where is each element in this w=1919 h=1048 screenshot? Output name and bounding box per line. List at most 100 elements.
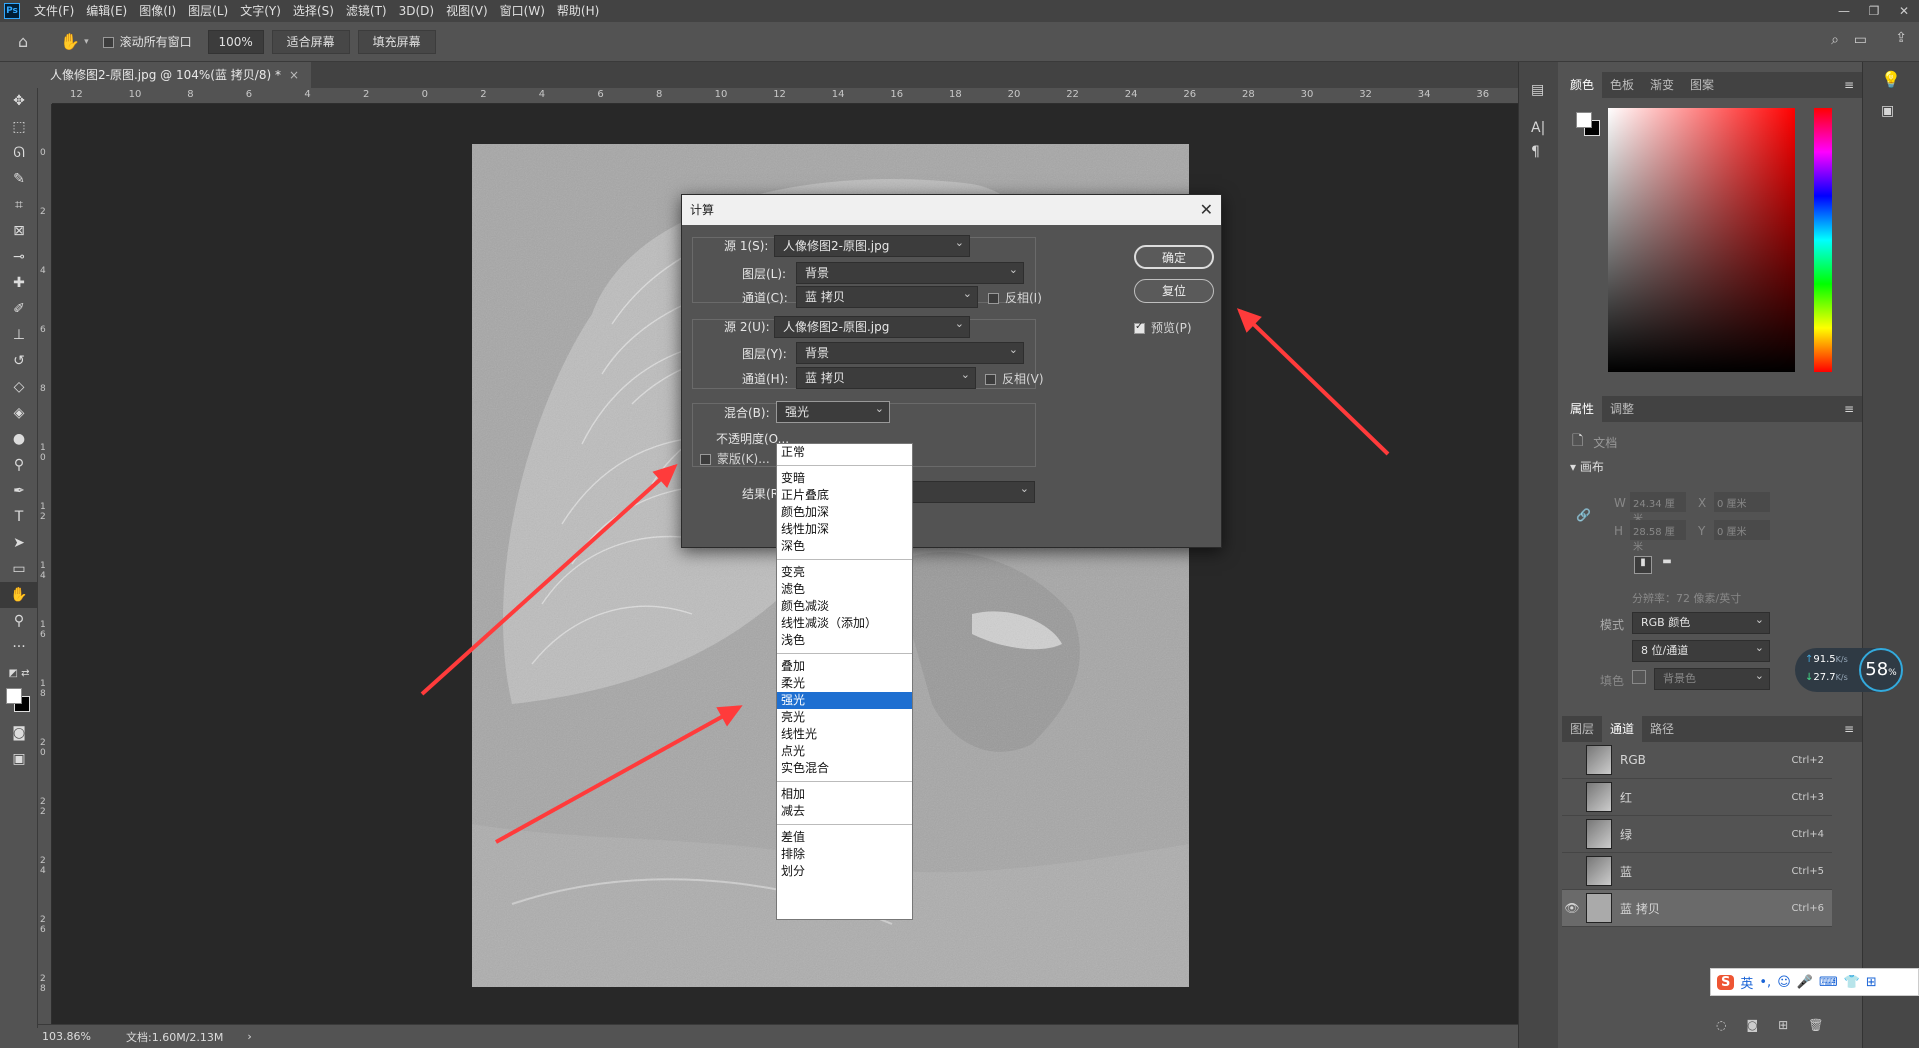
move-tool-icon[interactable]: ✥	[0, 88, 38, 114]
channel2-select[interactable]: 蓝 拷贝	[796, 365, 976, 389]
source2-select[interactable]: 人像修图2-原图.jpg	[774, 314, 970, 338]
menu-image[interactable]: 图像(I)	[133, 0, 182, 22]
mode-select[interactable]: RGB 颜色	[1632, 610, 1770, 634]
punctuation-icon[interactable]: •,	[1759, 975, 1771, 990]
tab-color[interactable]: 颜色	[1562, 72, 1603, 98]
menu-type[interactable]: 文字(Y)	[234, 0, 287, 22]
screen-mode-icon[interactable]: ▣	[0, 746, 38, 772]
blend-mode-option[interactable]: 颜色加深	[777, 504, 912, 521]
skin-icon[interactable]: 👕	[1844, 975, 1860, 990]
type-tool-icon[interactable]: T	[0, 504, 38, 530]
blend-mode-option[interactable]: 叠加	[777, 658, 912, 675]
ime-language[interactable]: 英	[1740, 973, 1753, 992]
learn-icon[interactable]: 💡	[1881, 70, 1919, 89]
blend-mode-option[interactable]: 实色混合	[777, 760, 912, 777]
delete-channel-icon[interactable]: 🗑	[1808, 1018, 1823, 1032]
channel-row-blue[interactable]: 蓝 Ctrl+5	[1562, 853, 1832, 890]
blend-mode-option[interactable]: 差值	[777, 829, 912, 846]
width-field[interactable]: 24.34 厘米	[1630, 492, 1686, 525]
tab-patterns[interactable]: 图案	[1682, 72, 1722, 98]
invert1-checkbox[interactable]: 反相(I)	[988, 289, 1042, 306]
restore-icon[interactable]: ❐	[1859, 0, 1889, 22]
tab-channels[interactable]: 通道	[1602, 716, 1643, 742]
blend-mode-option[interactable]: 线性光	[777, 726, 912, 743]
zoom-percent-field[interactable]: 100%	[207, 29, 264, 54]
eye-icon[interactable]: 👁	[1562, 901, 1582, 915]
blend-mode-option[interactable]: 线性加深	[777, 521, 912, 538]
color-field[interactable]	[1608, 108, 1795, 372]
menu-view[interactable]: 视图(V)	[440, 0, 494, 22]
memory-gauge[interactable]: 58%	[1859, 648, 1903, 692]
dodge-tool-icon[interactable]: ⚲	[0, 452, 38, 478]
height-field[interactable]: 28.58 厘米	[1630, 520, 1686, 553]
panel-menu-icon[interactable]: ≡	[1844, 402, 1854, 416]
source1-select[interactable]: 人像修图2-原图.jpg	[774, 233, 970, 257]
channel-row-green[interactable]: 绿 Ctrl+4	[1562, 816, 1832, 853]
blend-mode-option[interactable]: 变亮	[777, 564, 912, 581]
blend-mode-option[interactable]: 排除	[777, 846, 912, 863]
minimize-icon[interactable]: —	[1829, 0, 1859, 22]
toolbox-icon[interactable]: ⊞	[1866, 975, 1877, 990]
lasso-tool-icon[interactable]: ᘏ	[0, 140, 38, 166]
workspace-icon[interactable]: ▭	[1854, 32, 1867, 48]
blend-mode-option[interactable]: 柔光	[777, 675, 912, 692]
zoom-level[interactable]: 103.86%	[42, 1030, 122, 1043]
fill-select[interactable]: 背景色	[1654, 666, 1770, 690]
foreground-color-swatch[interactable]	[6, 688, 22, 704]
tab-gradients[interactable]: 渐变	[1642, 72, 1682, 98]
blend-mode-select[interactable]: 强光	[776, 399, 890, 423]
rectangle-tool-icon[interactable]: ▭	[0, 556, 38, 582]
new-channel-icon[interactable]: ⊞	[1778, 1018, 1788, 1032]
character-panel-icon[interactable]: A|	[1531, 120, 1558, 136]
blend-mode-option[interactable]: 深色	[777, 538, 912, 555]
blend-mode-option[interactable]: 线性减淡（添加）	[777, 615, 912, 632]
blend-mode-option[interactable]: 相加	[777, 786, 912, 803]
blend-mode-option[interactable]: 划分	[777, 863, 912, 880]
menu-3d[interactable]: 3D(D)	[393, 0, 440, 22]
dialog-titlebar[interactable]: 计算 ✕	[682, 195, 1221, 225]
tab-properties[interactable]: 属性	[1562, 396, 1603, 422]
document-size[interactable]: 文档:1.60M/2.13M	[126, 1029, 223, 1045]
panel-menu-icon[interactable]: ≡	[1844, 78, 1854, 92]
scroll-all-windows-checkbox[interactable]: 滚动所有窗口	[102, 33, 192, 50]
blur-tool-icon[interactable]: ●	[0, 426, 38, 452]
reset-button[interactable]: 复位	[1134, 279, 1214, 303]
portrait-orientation-icon[interactable]: ▮	[1634, 556, 1652, 574]
blend-mode-option[interactable]: 强光	[777, 692, 912, 709]
blend-mode-option[interactable]: 点光	[777, 743, 912, 760]
color-swatch-pair[interactable]	[1574, 110, 1602, 138]
libraries-icon[interactable]: ▣	[1881, 103, 1919, 119]
quick-mask-icon[interactable]: ◙	[0, 720, 38, 746]
save-selection-icon[interactable]: ◙	[1746, 1018, 1758, 1032]
path-select-tool-icon[interactable]: ➤	[0, 530, 38, 556]
preview-checkbox[interactable]: 预览(P)	[1134, 319, 1192, 336]
document-tab[interactable]: 人像修图2-原图.jpg @ 104%(蓝 拷贝/8) * ×	[38, 62, 312, 88]
channel-row-blue-copy[interactable]: 👁 蓝 拷贝 Ctrl+6	[1562, 890, 1832, 927]
load-selection-icon[interactable]: ◌	[1716, 1018, 1726, 1032]
fit-screen-button[interactable]: 适合屏幕	[271, 29, 350, 54]
close-icon[interactable]: ✕	[1200, 195, 1213, 225]
home-icon[interactable]: ⌂	[18, 32, 28, 51]
blend-mode-option[interactable]: 正常	[777, 444, 912, 461]
menu-window[interactable]: 窗口(W)	[494, 0, 551, 22]
canvas-section-header[interactable]: ▾ 画布	[1570, 458, 1604, 475]
blend-mode-option[interactable]: 浅色	[777, 632, 912, 649]
zoom-tool-icon[interactable]: ⚲	[0, 608, 38, 634]
tab-layers[interactable]: 图层	[1562, 716, 1602, 742]
hue-slider[interactable]	[1814, 108, 1832, 372]
tab-paths[interactable]: 路径	[1642, 716, 1682, 742]
y-field[interactable]: 0 厘米	[1714, 520, 1770, 540]
status-chevron-icon[interactable]: ›	[247, 1030, 251, 1043]
pen-tool-icon[interactable]: ✒	[0, 478, 38, 504]
frame-tool-icon[interactable]: ⊠	[0, 218, 38, 244]
channel-row-rgb[interactable]: RGB Ctrl+2	[1562, 742, 1832, 779]
blend-mode-option[interactable]: 滤色	[777, 581, 912, 598]
fill-screen-button[interactable]: 填充屏幕	[357, 29, 436, 54]
paint-bucket-tool-icon[interactable]: ◈	[0, 400, 38, 426]
blend-mode-option[interactable]: 亮光	[777, 709, 912, 726]
more-tools-icon[interactable]: ···	[0, 634, 38, 660]
share-icon[interactable]: ⇪	[1895, 30, 1907, 46]
quick-select-tool-icon[interactable]: ✎	[0, 166, 38, 192]
panel-menu-icon[interactable]: ≡	[1844, 722, 1854, 736]
tab-swatches[interactable]: 色板	[1602, 72, 1642, 98]
